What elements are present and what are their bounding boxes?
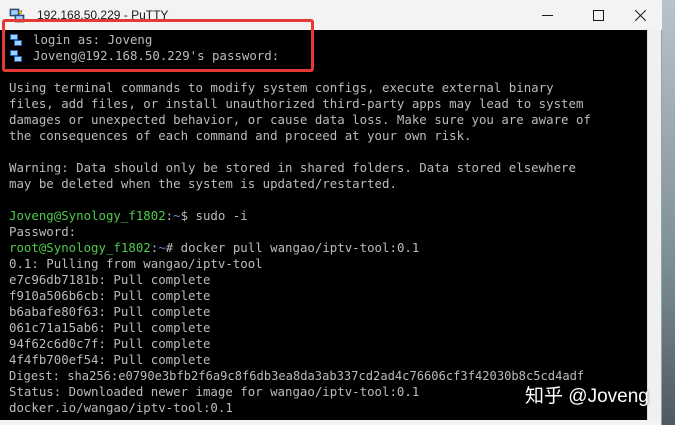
prompt-separator: :	[165, 208, 174, 223]
highlight-box	[2, 19, 314, 72]
terminal-line: 94f62c6d0c7f: Pull complete	[9, 336, 211, 351]
shell-prompt-line: Joveng@Synology_f1802:~$ sudo -i	[9, 208, 248, 224]
terminal-line: damages or unexpected behavior, or cause…	[9, 112, 591, 127]
terminal-area[interactable]: login as: Joveng Joveng@192.168.50.229's…	[0, 30, 647, 420]
prompt-command: # docker pull wangao/iptv-tool:0.1	[165, 240, 420, 255]
terminal-line: f910a506b6cb: Pull complete	[9, 288, 211, 303]
maximize-button[interactable]	[575, 0, 621, 30]
prompt-path: ~	[158, 240, 166, 255]
terminal-line: Password:	[9, 224, 77, 239]
shell-prompt-line: root@Synology_f1802:~# docker pull wanga…	[9, 240, 419, 256]
terminal-line: files, add files, or install unauthorize…	[9, 96, 584, 111]
terminal-line: Using terminal commands to modify system…	[9, 80, 554, 95]
terminal-line: may be deleted when the system is update…	[9, 176, 397, 191]
terminal-line: e7c96db7181b: Pull complete	[9, 272, 211, 287]
terminal-line: Digest: sha256:e0790e3bfb2f6a9c8f6db3ea8…	[9, 369, 585, 383]
terminal-line: the consequences of each command and pro…	[9, 128, 472, 143]
terminal-line: Status: Downloaded newer image for wanga…	[9, 384, 420, 399]
vertical-scrollbar[interactable]	[647, 30, 661, 420]
terminal-line: 0.1: Pulling from wangao/iptv-tool	[9, 256, 263, 271]
close-button[interactable]	[617, 0, 663, 30]
watermark: 知乎 @Joveng	[525, 386, 649, 407]
terminal-line: docker.io/wangao/iptv-tool:0.1	[9, 400, 233, 415]
prompt-command: $ sudo -i	[180, 208, 248, 223]
minimize-icon	[541, 14, 553, 16]
terminal-line: b6abafe80f63: Pull complete	[9, 304, 211, 319]
terminal-line: 061c71a15ab6: Pull complete	[9, 320, 211, 335]
close-icon	[634, 9, 646, 21]
terminal-line: 4f4fb700ef54: Pull complete	[9, 352, 211, 367]
terminal-line: Warning: Data should only be stored in s…	[9, 160, 576, 175]
prompt-path: ~	[173, 208, 181, 223]
minimize-button[interactable]	[524, 0, 570, 30]
prompt-user: root@Synology_f1802	[9, 240, 151, 255]
maximize-icon	[592, 9, 604, 21]
prompt-user: Joveng@Synology_f1802	[9, 208, 166, 223]
